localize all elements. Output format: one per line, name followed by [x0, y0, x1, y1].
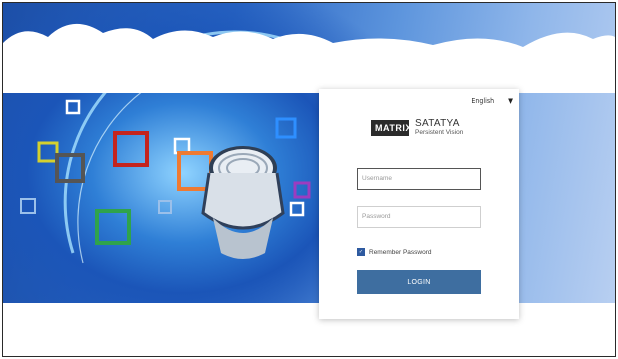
hero-banner	[3, 3, 615, 303]
product-tagline: Persistent Vision	[415, 129, 464, 136]
remember-checkbox[interactable]: ✓	[357, 248, 365, 256]
product-name: SATATYA	[415, 118, 460, 129]
remember-password[interactable]: ✓ Remember Password	[357, 248, 432, 256]
login-card: English ▼ MATRIX SATATYA Persistent Visi…	[319, 89, 519, 319]
language-selector[interactable]: English ▼	[471, 97, 513, 105]
remember-label: Remember Password	[369, 248, 432, 256]
login-button[interactable]: LOGIN	[357, 270, 481, 294]
matrix-logo-mark: MATRIX	[371, 119, 412, 136]
page-frame: English ▼ MATRIX SATATYA Persistent Visi…	[2, 2, 616, 357]
username-input[interactable]: Username	[357, 168, 481, 190]
clouds-decoration	[3, 23, 615, 93]
brand-logo: MATRIX SATATYA Persistent Vision	[371, 118, 463, 137]
brand-name: MATRIX	[375, 122, 412, 133]
product-title: SATATYA Persistent Vision	[415, 118, 463, 137]
password-input[interactable]: Password	[357, 206, 481, 228]
language-label: English	[471, 97, 495, 105]
chevron-down-icon: ▼	[508, 97, 513, 105]
